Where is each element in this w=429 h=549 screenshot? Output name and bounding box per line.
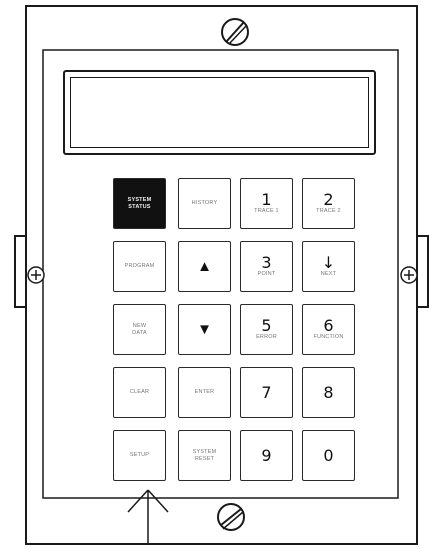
- key-3-sub: POINT: [257, 271, 276, 277]
- up-arrow-icon: ▲: [197, 257, 212, 275]
- program-label: PROGRAM: [124, 263, 155, 269]
- key-6-sub: FUNCTION: [313, 334, 344, 340]
- left-mounting-tab: [14, 235, 25, 308]
- key-0-digit: 0: [323, 445, 334, 465]
- next-key[interactable]: ↓ NEXT: [302, 241, 355, 292]
- key-3-digit: 3: [261, 253, 272, 272]
- enter-key[interactable]: ENTER: [178, 367, 231, 418]
- system-status-line2: STATUS: [128, 203, 151, 210]
- key-1-sub: TRACE 1: [254, 208, 279, 214]
- setup-label: SETUP: [129, 452, 150, 458]
- left-screw-icon: [27, 266, 45, 284]
- key-8[interactable]: 8: [302, 367, 355, 418]
- history-label: HISTORY: [191, 200, 218, 206]
- key-5[interactable]: 5 ERROR: [240, 304, 293, 355]
- program-key[interactable]: PROGRAM: [113, 241, 166, 292]
- down-arrow-key[interactable]: ▼: [178, 304, 231, 355]
- system-status-key[interactable]: SYSTEM STATUS: [113, 178, 166, 229]
- key-6-digit: 6: [323, 316, 334, 335]
- enter-label: ENTER: [194, 389, 215, 395]
- new-data-key[interactable]: NEW DATA: [113, 304, 166, 355]
- key-2[interactable]: 2 TRACE 2: [302, 178, 355, 229]
- key-8-digit: 8: [323, 382, 334, 402]
- new-data-line2: DATA: [132, 329, 147, 336]
- clear-label: CLEAR: [129, 389, 150, 395]
- setup-key[interactable]: SETUP: [113, 430, 166, 481]
- new-data-line1: NEW: [132, 322, 147, 329]
- top-screw-icon: [221, 18, 249, 46]
- key-3[interactable]: 3 POINT: [240, 241, 293, 292]
- key-2-digit: 2: [323, 190, 334, 209]
- clear-key[interactable]: CLEAR: [113, 367, 166, 418]
- system-status-line1: SYSTEM: [127, 196, 152, 203]
- lcd-screen: [70, 77, 369, 148]
- key-5-digit: 5: [261, 316, 272, 335]
- key-2-sub: TRACE 2: [316, 208, 341, 214]
- down-arrow-icon: ▼: [197, 320, 212, 338]
- right-mounting-tab: [418, 235, 429, 308]
- next-arrow-icon: ↓: [321, 253, 336, 272]
- right-screw-icon: [400, 266, 418, 284]
- key-9-digit: 9: [261, 445, 272, 465]
- key-1-digit: 1: [261, 190, 272, 209]
- next-sub: NEXT: [320, 271, 337, 277]
- system-reset-line2: RESET: [194, 455, 215, 462]
- system-reset-key[interactable]: SYSTEM RESET: [178, 430, 231, 481]
- system-reset-line1: SYSTEM: [192, 448, 217, 455]
- bottom-screw-icon: [217, 503, 245, 531]
- key-9[interactable]: 9: [240, 430, 293, 481]
- history-key[interactable]: HISTORY: [178, 178, 231, 229]
- key-7[interactable]: 7: [240, 367, 293, 418]
- key-1[interactable]: 1 TRACE 1: [240, 178, 293, 229]
- key-5-sub: ERROR: [256, 334, 277, 340]
- key-6[interactable]: 6 FUNCTION: [302, 304, 355, 355]
- key-7-digit: 7: [261, 382, 272, 402]
- key-0[interactable]: 0: [302, 430, 355, 481]
- up-arrow-key[interactable]: ▲: [178, 241, 231, 292]
